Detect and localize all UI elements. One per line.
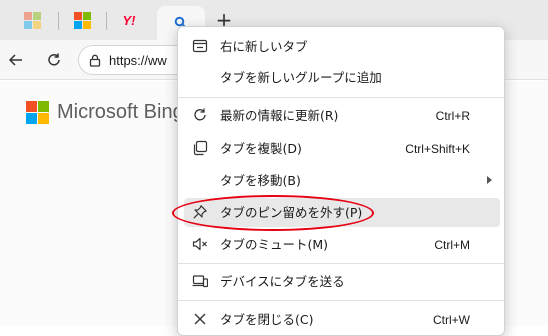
menu-item-move-tab[interactable]: タブを移動(B): [184, 166, 500, 195]
menu-item-mute-tab[interactable]: タブのミュート(M) Ctrl+M: [184, 230, 500, 259]
duplicate-icon: [192, 140, 208, 156]
menu-item-unpin-tab[interactable]: タブのピン留めを外す(P): [184, 198, 500, 227]
menu-item-label: デバイスにタブを送る: [220, 274, 345, 289]
menu-item-label: タブのピン留めを外す(P): [220, 205, 363, 220]
tab-microsoft-1[interactable]: [20, 0, 44, 40]
microsoft-logo-icon: [73, 11, 91, 29]
close-icon: [192, 311, 208, 327]
menu-item-label: タブのミュート(M): [220, 237, 329, 252]
url-text: https://ww: [109, 52, 167, 68]
unpin-icon: [192, 204, 208, 220]
menu-item-label: タブを新しいグループに追加: [220, 70, 382, 85]
submenu-chevron-right-icon: [487, 176, 492, 184]
mute-icon: [192, 236, 208, 252]
microsoft-logo-icon: [23, 11, 41, 29]
send-to-device-icon: [192, 273, 208, 289]
menu-item-new-tab-right[interactable]: 右に新しいタブ: [184, 32, 500, 61]
tab-microsoft-2[interactable]: [70, 0, 94, 40]
menu-item-label: タブを閉じる(C): [220, 312, 314, 327]
menu-separator: [178, 97, 504, 98]
microsoft-logo-icon: [26, 101, 49, 124]
menu-item-close-tab[interactable]: タブを閉じる(C) Ctrl+W: [184, 305, 500, 334]
refresh-icon: [48, 53, 60, 66]
menu-separator: [178, 263, 504, 264]
back-arrow-icon: [8, 54, 22, 66]
yahoo-japan-icon: Y!: [122, 12, 136, 28]
menu-item-label: タブを移動(B): [220, 173, 301, 188]
menu-item-label: 最新の情報に更新(R): [220, 108, 339, 123]
menu-item-label: タブを複製(D): [220, 141, 302, 156]
menu-item-label: 右に新しいタブ: [220, 39, 308, 54]
bing-brand: Microsoft Bing: [26, 101, 184, 124]
new-tab-right-icon: [192, 38, 208, 54]
tab-divider: [58, 12, 59, 30]
menu-item-refresh[interactable]: 最新の情報に更新(R) Ctrl+R: [184, 101, 500, 130]
menu-item-shortcut: Ctrl+R: [435, 109, 470, 123]
menu-item-shortcut: Ctrl+M: [434, 238, 470, 252]
menu-separator: [178, 300, 504, 301]
menu-item-send-to-device[interactable]: デバイスにタブを送る: [184, 267, 500, 296]
back-button[interactable]: [4, 48, 28, 72]
tab-yahoo[interactable]: Y!: [116, 0, 142, 40]
menu-item-shortcut: Ctrl+Shift+K: [405, 142, 470, 156]
menu-item-add-to-new-group[interactable]: タブを新しいグループに追加: [184, 63, 500, 92]
tab-divider: [106, 12, 107, 30]
tab-context-menu: 右に新しいタブ タブを新しいグループに追加 最新の情報に更新(R) Ctrl+R…: [177, 26, 505, 336]
menu-item-duplicate[interactable]: タブを複製(D) Ctrl+Shift+K: [184, 134, 500, 163]
refresh-icon: [192, 107, 208, 123]
lock-icon: [89, 54, 101, 67]
brand-text: Microsoft Bing: [57, 101, 184, 123]
refresh-button[interactable]: [42, 48, 66, 72]
